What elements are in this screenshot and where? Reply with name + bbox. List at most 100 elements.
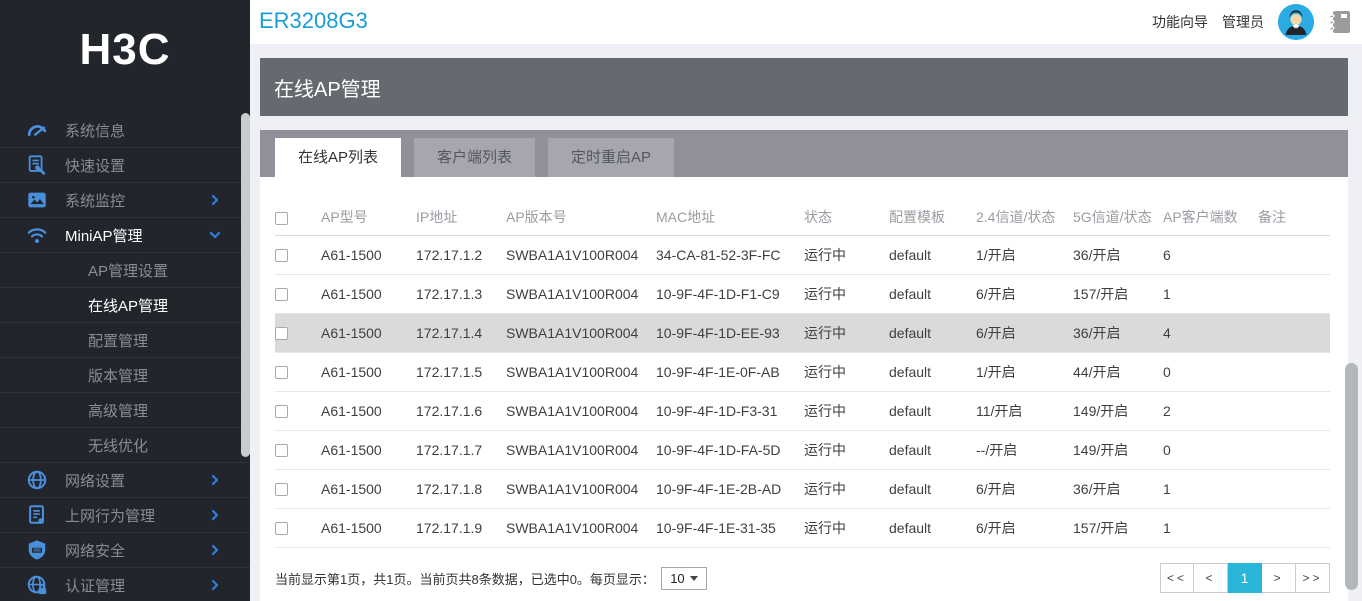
sidebar-item-label: 版本管理 (88, 367, 149, 385)
cell-model: A61-1500 (321, 391, 416, 431)
sidebar-item-label: 在线AP管理 (88, 297, 169, 315)
admin-link[interactable]: 管理员 (1222, 12, 1264, 32)
user-avatar-icon[interactable] (1278, 4, 1314, 40)
cell-status: 运行中 (804, 469, 889, 509)
shield-icon (26, 539, 48, 561)
page-number-button[interactable]: 1 (1228, 563, 1262, 593)
cell-ch5: 157/开启 (1073, 274, 1163, 314)
table-row[interactable]: A61-1500 172.17.1.5 SWBA1A1V100R004 10-9F-4… (275, 352, 1330, 392)
table-row[interactable]: A61-1500 172.17.1.6 SWBA1A1V100R004 10-9F-4… (275, 391, 1330, 431)
cell-model: A61-1500 (321, 274, 416, 314)
cell-template: default (889, 313, 976, 353)
cell-ip: 172.17.1.4 (416, 313, 506, 353)
monitor-icon (26, 189, 48, 211)
prev-page-button[interactable]: < (1194, 563, 1228, 593)
cell-mac: 10-9F-4F-1D-F3-31 (656, 391, 804, 431)
sidebar-scrollbar[interactable] (241, 113, 250, 457)
sidebar-item-config-management[interactable]: 配置管理 (0, 323, 250, 358)
wizard-link[interactable]: 功能向导 (1152, 12, 1208, 32)
tab-online-ap-list[interactable]: 在线AP列表 (275, 138, 402, 177)
cell-ch24: 6/开启 (976, 313, 1073, 353)
last-page-button[interactable]: >> (1296, 563, 1330, 593)
tab-client-list[interactable]: 客户端列表 (414, 138, 536, 177)
sidebar-item-version-management[interactable]: 版本管理 (0, 358, 250, 393)
cell-mac: 10-9F-4F-1D-FA-5D (656, 430, 804, 470)
row-checkbox[interactable] (275, 405, 288, 419)
sidebar-item-auth-management[interactable]: 认证管理 (0, 568, 250, 601)
sidebar-item-label: 配置管理 (88, 332, 149, 350)
table-row[interactable]: A61-1500 172.17.1.9 SWBA1A1V100R004 10-9F-4… (275, 508, 1330, 548)
next-page-button[interactable]: > (1262, 563, 1296, 593)
topbar-right: 功能向导 管理员 (1152, 0, 1352, 44)
cell-status: 运行中 (804, 274, 889, 314)
row-checkbox[interactable] (275, 288, 288, 302)
sidebar-item-wireless-optimization[interactable]: 无线优化 (0, 428, 250, 463)
sidebar-item-network-security[interactable]: 网络安全 (0, 533, 250, 568)
column-header: AP客户端数 (1163, 199, 1258, 236)
sidebar-item-network-settings[interactable]: 网络设置 (0, 463, 250, 498)
sidebar-item-advanced-management[interactable]: 高级管理 (0, 393, 250, 428)
table-row[interactable]: A61-1500 172.17.1.2 SWBA1A1V100R004 34-CA-8… (275, 235, 1330, 275)
cell-ch5: 149/开启 (1073, 430, 1163, 470)
cell-ch24: 6/开启 (976, 508, 1073, 548)
table-row[interactable]: A61-1500 172.17.1.8 SWBA1A1V100R004 10-9F-4… (275, 469, 1330, 509)
cell-ip: 172.17.1.6 (416, 391, 506, 431)
row-checkbox[interactable] (275, 327, 288, 341)
cell-template: default (889, 274, 976, 314)
chevron-right-icon (208, 578, 222, 592)
row-checkbox[interactable] (275, 522, 288, 536)
column-header: IP地址 (416, 199, 506, 236)
tab-scheduled-reboot-ap[interactable]: 定时重启AP (548, 138, 675, 177)
cell-ip: 172.17.1.9 (416, 508, 506, 548)
table-row[interactable]: A61-1500 172.17.1.7 SWBA1A1V100R004 10-9F-4… (275, 430, 1330, 470)
sidebar-item-system-monitor[interactable]: 系统监控 (0, 183, 250, 218)
row-checkbox-cell (275, 391, 321, 431)
sidebar-item-label: 快速设置 (65, 157, 126, 175)
cell-mac: 10-9F-4F-1D-F1-C9 (656, 274, 804, 314)
cell-note (1258, 469, 1330, 509)
chevron-right-icon (208, 508, 222, 522)
cell-ch5: 149/开启 (1073, 391, 1163, 431)
chevron-right-icon (208, 543, 222, 557)
page-title-banner: 在线AP管理 (260, 58, 1348, 116)
row-checkbox[interactable] (275, 483, 288, 497)
chevron-down-icon (689, 576, 698, 581)
sidebar-item-ap-management-settings[interactable]: AP管理设置 (0, 253, 250, 288)
cell-ip: 172.17.1.2 (416, 235, 506, 275)
main-scrollbar[interactable] (1345, 363, 1358, 590)
cell-ch24: 1/开启 (976, 352, 1073, 392)
table-header-row: AP型号 IP地址 AP版本号 MAC地址 状态 配置模板 2.4信道/状态 5G信道/状态 A… (275, 199, 1330, 236)
sidebar-item-label: 网络设置 (65, 472, 126, 490)
table-row[interactable]: A61-1500 172.17.1.3 SWBA1A1V100R004 10-9F-4… (275, 274, 1330, 314)
cell-version: SWBA1A1V100R004 (506, 352, 656, 392)
column-header: 状态 (804, 199, 889, 236)
row-checkbox[interactable] (275, 249, 288, 263)
tab-bar: 在线AP列表 客户端列表 定时重启AP (260, 130, 1348, 177)
pagination: << <1 > >> (1159, 563, 1330, 593)
cell-ch5: 157/开启 (1073, 508, 1163, 548)
column-header: AP型号 (321, 199, 416, 236)
cell-version: SWBA1A1V100R004 (506, 469, 656, 509)
row-checkbox[interactable] (275, 366, 288, 380)
cell-version: SWBA1A1V100R004 (506, 508, 656, 548)
cell-model: A61-1500 (321, 508, 416, 548)
sidebar-item-online-ap-management[interactable]: 在线AP管理 (0, 288, 250, 323)
logbook-icon[interactable] (1328, 9, 1352, 35)
sidebar-item-quick-setup[interactable]: 快速设置 (0, 148, 250, 183)
sidebar-item-behavior-management[interactable]: 上网行为管理 (0, 498, 250, 533)
first-page-button[interactable]: << (1159, 563, 1194, 593)
cell-model: A61-1500 (321, 313, 416, 353)
page-size-select[interactable]: 10 (660, 567, 707, 590)
cell-ip: 172.17.1.5 (416, 352, 506, 392)
gauge-icon (26, 119, 48, 141)
sidebar-item-system-info[interactable]: 系统信息 (0, 113, 250, 148)
cell-version: SWBA1A1V100R004 (506, 430, 656, 470)
chevron-down-icon (208, 228, 222, 242)
cell-model: A61-1500 (321, 235, 416, 275)
row-checkbox[interactable] (275, 444, 288, 458)
sidebar-item-label: 高级管理 (88, 402, 149, 420)
sidebar-item-label: 网络安全 (65, 542, 126, 560)
table-row[interactable]: A61-1500 172.17.1.4 SWBA1A1V100R004 10-9F-4… (275, 313, 1330, 353)
sidebar-item-miniap-management[interactable]: MiniAP管理 (0, 218, 250, 253)
select-all-checkbox[interactable] (275, 211, 288, 225)
